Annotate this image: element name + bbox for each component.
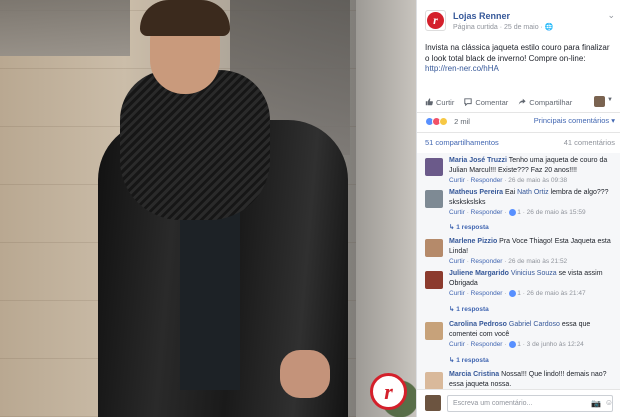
comment-time[interactable]: 26 de maio às 21:47 <box>527 290 586 297</box>
comment-like-count[interactable]: 1 <box>517 290 521 297</box>
comment-meta: Curtir · Responder · 1 · 26 de maio às 2… <box>449 289 586 297</box>
avatar[interactable] <box>425 239 443 257</box>
post-meta: Página curtida · 25 de maio · 🌐 <box>453 23 554 31</box>
comment-time[interactable]: 26 de maio às 15:59 <box>527 209 586 216</box>
comment-icon <box>464 98 473 106</box>
comment-like-count[interactable]: 1 <box>517 341 521 348</box>
avatar[interactable] <box>425 158 443 176</box>
comment-reply-link[interactable]: Responder <box>471 341 503 348</box>
replies-link[interactable]: ↳ 1 resposta <box>449 223 489 231</box>
comment-time[interactable]: 3 de junho às 12:24 <box>527 341 584 348</box>
chevron-down-icon[interactable]: ⌄ <box>607 10 615 21</box>
divider <box>417 112 620 113</box>
globe-icon: 🌐 <box>544 24 554 31</box>
comment-button[interactable]: Comentar <box>464 98 508 107</box>
comment-time[interactable]: 26 de maio às 21:52 <box>508 258 567 265</box>
comment-input[interactable]: Escreva um comentário... <box>447 395 613 412</box>
hair <box>140 0 230 36</box>
avatar[interactable] <box>425 372 443 389</box>
comment-mention[interactable]: Vinicius Souza <box>509 270 557 277</box>
comment-meta: Curtir · Responder · 26 de maio às 09:38 <box>449 177 568 184</box>
comment-label: Comentar <box>475 97 509 107</box>
comment-author[interactable]: Marlene Pizzio <box>449 238 497 245</box>
comment-mention[interactable]: Gabriel Cardoso <box>507 321 560 328</box>
comment-text: Eai <box>503 189 518 196</box>
reply-arrow-icon: ↳ <box>449 357 455 364</box>
replies-link[interactable]: ↳ 1 resposta <box>449 305 489 313</box>
like-button[interactable]: Curtir <box>425 98 454 107</box>
reaction-count[interactable]: 2 mil <box>454 117 470 126</box>
share-count-link[interactable]: 51 compartilhamentos <box>425 138 499 147</box>
reactions-summary[interactable]: 2 mil Principais comentários ▾ <box>425 116 615 128</box>
replies-count[interactable]: 1 resposta <box>456 357 489 364</box>
comment-time[interactable]: 26 de maio às 09:38 <box>508 177 567 184</box>
share-summary: 51 compartilhamentos 41 comentários <box>425 138 615 150</box>
avatar[interactable] <box>425 322 443 340</box>
comment-like-link[interactable]: Curtir <box>449 258 465 265</box>
like-reaction-icon <box>509 340 517 348</box>
reply-arrow-icon: ↳ <box>449 306 455 313</box>
post-photo[interactable]: r <box>0 0 416 417</box>
thumbs-up-icon <box>425 98 433 106</box>
comment-meta: Curtir · Responder · 1 · 26 de maio às 1… <box>449 208 586 216</box>
post-actions: Curtir Comentar Compartilhar ▼ <box>425 95 615 109</box>
replies-count[interactable]: 1 resposta <box>456 224 489 231</box>
hand <box>280 350 330 398</box>
share-label: Compartilhar <box>529 97 573 107</box>
wow-reaction-icon <box>439 116 448 126</box>
like-reaction-icon <box>509 289 517 297</box>
like-label: Curtir <box>436 97 455 107</box>
share-icon <box>519 98 526 105</box>
comment-count[interactable]: 41 comentários <box>564 138 615 147</box>
replies-count[interactable]: 1 resposta <box>456 306 489 313</box>
avatar <box>425 395 441 411</box>
comment-author[interactable]: Marcia Cristina <box>449 371 499 378</box>
comment-mention[interactable]: Nath Ortiz <box>517 189 549 196</box>
comment-author[interactable]: Carolina Pedroso <box>449 321 507 328</box>
caret-down-icon[interactable]: ▼ <box>607 97 613 103</box>
post-panel: r Lojas Renner Página curtida · 25 de ma… <box>416 0 620 417</box>
comment-reply-link[interactable]: Responder <box>471 209 503 216</box>
share-button[interactable]: Compartilhar <box>518 98 572 107</box>
brand-logo-letter: r <box>427 12 444 29</box>
post-text: Invista na clássica jaqueta estilo couro… <box>425 43 615 75</box>
page-avatar[interactable]: r <box>425 10 446 31</box>
page-name-link[interactable]: Lojas Renner <box>453 11 510 21</box>
shirt <box>180 200 240 390</box>
comments-list: Maria José Truzzi Tenho uma jaqueta de c… <box>417 153 620 389</box>
comment-sort-dropdown[interactable]: Principais comentários ▾ <box>534 116 615 125</box>
comment-meta: Curtir · Responder · 1 · 3 de junho às 1… <box>449 340 584 348</box>
comment-meta: Curtir · Responder · 26 de maio às 21:52 <box>449 258 568 265</box>
like-reaction-icon <box>509 208 517 216</box>
replies-link[interactable]: ↳ 1 resposta <box>449 356 489 364</box>
comment-reply-link[interactable]: Responder <box>471 290 503 297</box>
comment-like-count[interactable]: 1 <box>517 209 521 216</box>
comment-like-link[interactable]: Curtir <box>449 290 465 297</box>
comment-author[interactable]: Maria José Truzzi <box>449 157 507 164</box>
camera-icon[interactable]: 📷 <box>591 399 601 408</box>
brand-logo-letter: r <box>384 378 393 404</box>
post-date[interactable]: Página curtida · 25 de maio · <box>453 24 543 31</box>
divider <box>417 132 620 133</box>
reply-arrow-icon: ↳ <box>449 224 455 231</box>
post-body: Invista na clássica jaqueta estilo couro… <box>425 43 610 63</box>
background-pillar <box>356 0 416 417</box>
comment-author[interactable]: Juliene Margarido <box>449 270 509 277</box>
comment-author[interactable]: Matheus Pereira <box>449 189 503 196</box>
post-link[interactable]: http://ren-ner.co/hHA <box>425 64 499 73</box>
model-figure <box>70 0 360 417</box>
avatar[interactable] <box>425 271 443 289</box>
avatar[interactable] <box>594 96 605 107</box>
comment-composer: Escreva um comentário... 📷 ☺ <box>417 389 620 417</box>
emoji-icon[interactable]: ☺ <box>605 398 613 407</box>
avatar[interactable] <box>425 190 443 208</box>
comment-reply-link[interactable]: Responder <box>471 177 503 184</box>
comment-like-link[interactable]: Curtir <box>449 209 465 216</box>
comment-like-link[interactable]: Curtir <box>449 341 465 348</box>
post-header: r Lojas Renner Página curtida · 25 de ma… <box>425 8 615 36</box>
comment-reply-link[interactable]: Responder <box>471 258 503 265</box>
comment-like-link[interactable]: Curtir <box>449 177 465 184</box>
brand-logo-watermark: r <box>370 373 407 410</box>
